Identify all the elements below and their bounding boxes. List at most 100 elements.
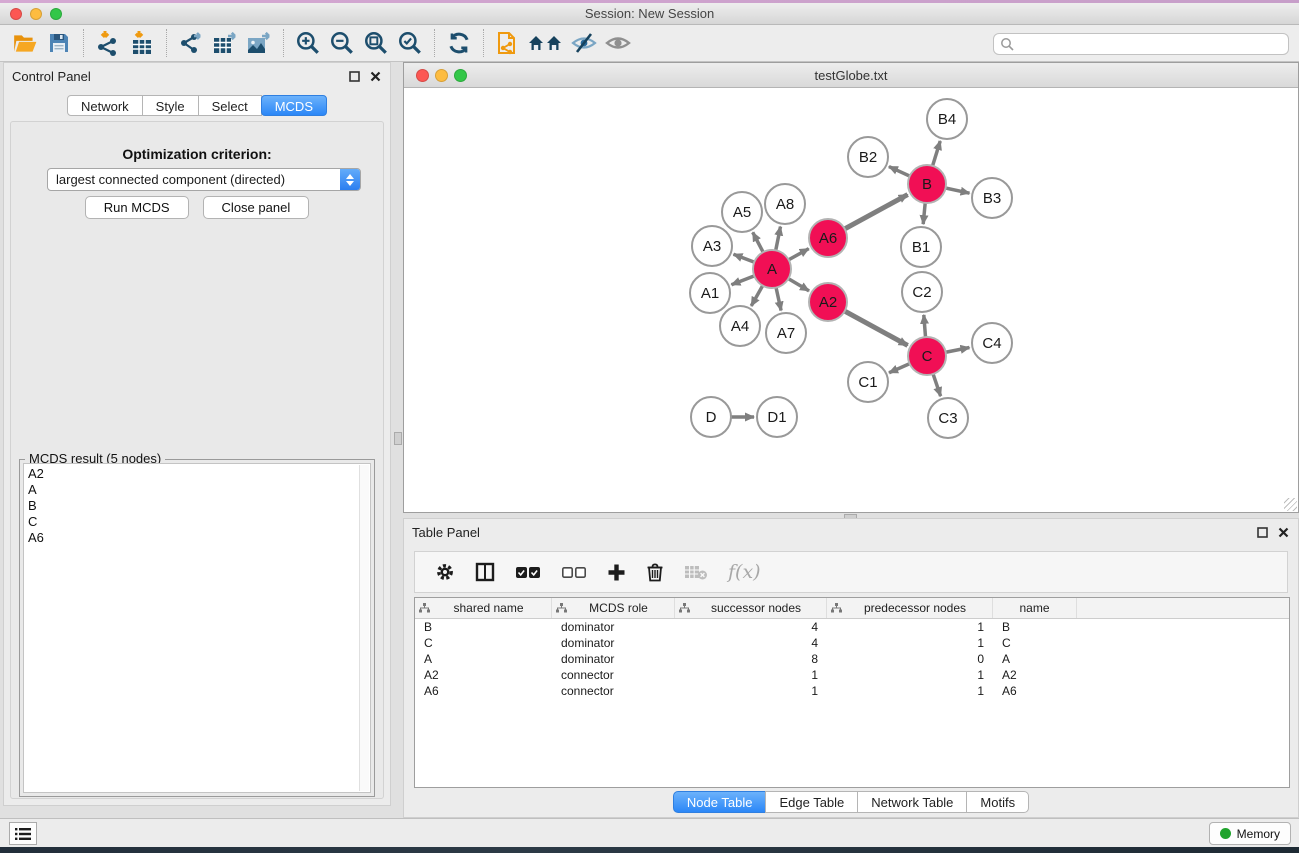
- zoom-fit-button[interactable]: [359, 28, 393, 58]
- zoom-window-button[interactable]: [50, 8, 62, 20]
- network-close-button[interactable]: [416, 69, 429, 82]
- table-cell[interactable]: C: [993, 635, 1077, 651]
- table-cell[interactable]: A: [415, 651, 552, 667]
- show-columns-button[interactable]: [475, 562, 495, 582]
- close-window-button[interactable]: [10, 8, 22, 20]
- export-table-button[interactable]: [208, 28, 242, 58]
- table-cell[interactable]: 4: [675, 635, 827, 651]
- mcds-result-list[interactable]: A2ABCA6: [23, 463, 371, 793]
- run-mcds-button[interactable]: Run MCDS: [85, 196, 189, 219]
- column-header-name[interactable]: name: [993, 598, 1077, 618]
- table-cell[interactable]: A2: [415, 667, 552, 683]
- column-header-predecessor-nodes[interactable]: predecessor nodes: [827, 598, 993, 618]
- table-row[interactable]: Adominator80A: [415, 651, 1289, 667]
- minimize-window-button[interactable]: [30, 8, 42, 20]
- resize-grip-icon[interactable]: [1284, 498, 1297, 511]
- table-cell[interactable]: 1: [827, 619, 993, 635]
- table-cell-filler: [1077, 683, 1289, 699]
- scrollbar-track[interactable]: [359, 465, 369, 791]
- table-cell[interactable]: connector: [552, 683, 675, 699]
- table-cell[interactable]: A6: [993, 683, 1077, 699]
- column-header-shared-name[interactable]: shared name: [415, 598, 552, 618]
- mcds-result-item[interactable]: A: [28, 482, 366, 498]
- table-cell[interactable]: 1: [827, 667, 993, 683]
- tab-node-table[interactable]: Node Table: [673, 791, 767, 813]
- column-header-mcds-role[interactable]: MCDS role: [552, 598, 675, 618]
- table-cell[interactable]: 0: [827, 651, 993, 667]
- delete-table-button[interactable]: [684, 564, 708, 580]
- table-cell[interactable]: 4: [675, 619, 827, 635]
- mcds-tab-content: Optimization criterion: largest connecte…: [10, 121, 384, 799]
- table-row[interactable]: A2connector11A2: [415, 667, 1289, 683]
- tab-network-table[interactable]: Network Table: [857, 791, 967, 813]
- tab-style[interactable]: Style: [142, 95, 199, 116]
- table-cell[interactable]: dominator: [552, 619, 675, 635]
- column-header-successor-nodes[interactable]: successor nodes: [675, 598, 827, 618]
- mcds-result-item[interactable]: C: [28, 514, 366, 530]
- import-table-button[interactable]: [125, 28, 159, 58]
- unselect-all-columns-button[interactable]: [561, 566, 587, 579]
- import-table-icon: [129, 30, 155, 56]
- duplicate-network-button[interactable]: [491, 28, 525, 58]
- vertical-split-divider-handle[interactable]: [394, 432, 402, 445]
- table-cell[interactable]: 1: [675, 667, 827, 683]
- task-history-button[interactable]: [9, 822, 37, 845]
- tab-motifs[interactable]: Motifs: [966, 791, 1029, 813]
- tab-network[interactable]: Network: [67, 95, 143, 116]
- export-image-button[interactable]: [242, 28, 276, 58]
- apply-layout-button[interactable]: [442, 28, 476, 58]
- close-panel-button[interactable]: Close panel: [203, 196, 310, 219]
- table-cell[interactable]: C: [415, 635, 552, 651]
- select-all-columns-button[interactable]: [515, 566, 541, 579]
- search-input[interactable]: [1014, 37, 1282, 51]
- zoom-out-button[interactable]: [325, 28, 359, 58]
- network-zoom-button[interactable]: [454, 69, 467, 82]
- table-cell[interactable]: dominator: [552, 651, 675, 667]
- save-session-button[interactable]: [42, 28, 76, 58]
- mcds-result-item[interactable]: A6: [28, 530, 366, 546]
- hide-graphics-details-button[interactable]: [567, 28, 601, 58]
- table-cell[interactable]: 1: [827, 635, 993, 651]
- function-builder-button[interactable]: f(x): [728, 561, 761, 583]
- tab-edge-table[interactable]: Edge Table: [765, 791, 858, 813]
- table-options-button[interactable]: [435, 562, 455, 582]
- close-table-panel-icon[interactable]: [1277, 526, 1290, 539]
- export-network-button[interactable]: [174, 28, 208, 58]
- table-row[interactable]: A6connector11A6: [415, 683, 1289, 699]
- table-cell[interactable]: 1: [675, 683, 827, 699]
- zoom-in-button[interactable]: [291, 28, 325, 58]
- create-column-button[interactable]: [607, 563, 626, 582]
- tab-select[interactable]: Select: [198, 95, 262, 116]
- table-row[interactable]: Bdominator41B: [415, 619, 1289, 635]
- show-networks-button[interactable]: [525, 28, 567, 58]
- table-cell[interactable]: A2: [993, 667, 1077, 683]
- mcds-result-item[interactable]: B: [28, 498, 366, 514]
- table-cell[interactable]: 1: [827, 683, 993, 699]
- criterion-dropdown[interactable]: largest connected component (directed): [47, 168, 361, 191]
- status-bar: Memory: [0, 818, 1299, 847]
- float-table-panel-icon[interactable]: [1256, 526, 1269, 539]
- close-panel-icon[interactable]: [369, 70, 382, 83]
- import-network-button[interactable]: [91, 28, 125, 58]
- table-cell[interactable]: A6: [415, 683, 552, 699]
- float-panel-icon[interactable]: [348, 70, 361, 83]
- search-field[interactable]: [993, 33, 1289, 55]
- table-cell[interactable]: 8: [675, 651, 827, 667]
- network-minimize-button[interactable]: [435, 69, 448, 82]
- network-canvas[interactable]: B4B2BB3A8A5A6A3B1AC2A1A2A4A7C4CC1DD1C3: [404, 88, 1298, 512]
- memory-button[interactable]: Memory: [1209, 822, 1291, 845]
- delete-column-button[interactable]: [646, 562, 664, 582]
- table-cell[interactable]: B: [993, 619, 1077, 635]
- zoom-selected-button[interactable]: [393, 28, 427, 58]
- graph-node-label: D1: [767, 409, 786, 426]
- table-cell[interactable]: dominator: [552, 635, 675, 651]
- table-cell[interactable]: connector: [552, 667, 675, 683]
- table-cell[interactable]: B: [415, 619, 552, 635]
- show-graphics-details-button[interactable]: [601, 28, 635, 58]
- open-session-button[interactable]: [8, 28, 42, 58]
- toolbar-separator: [83, 29, 84, 57]
- table-cell[interactable]: A: [993, 651, 1077, 667]
- mcds-result-item[interactable]: A2: [28, 466, 366, 482]
- tab-mcds[interactable]: MCDS: [261, 95, 327, 116]
- table-row[interactable]: Cdominator41C: [415, 635, 1289, 651]
